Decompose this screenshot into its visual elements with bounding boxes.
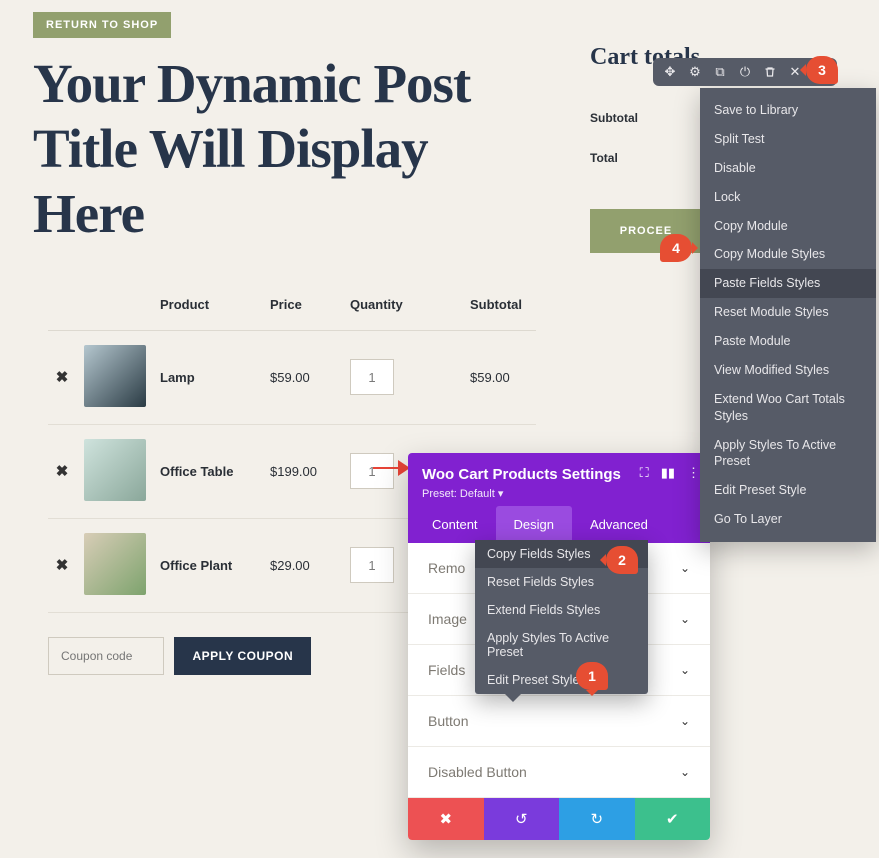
remove-item-button[interactable]: ✖ xyxy=(48,556,76,574)
product-thumbnail[interactable] xyxy=(84,533,146,595)
arrow-indicator-icon xyxy=(370,460,410,476)
context-menu-item[interactable]: Edit Preset Style xyxy=(700,476,876,505)
panel-preset[interactable]: Preset: Default ▾ xyxy=(422,487,696,500)
product-subtotal: $59.00 xyxy=(470,330,536,424)
chevron-down-icon: ⌄ xyxy=(680,663,690,677)
product-name: Lamp xyxy=(160,330,270,424)
fullscreen-icon[interactable]: ⛶ xyxy=(640,465,649,481)
close-icon: ✖ xyxy=(439,810,452,828)
redo-icon: ↻ xyxy=(590,810,603,828)
section-disabled-button[interactable]: Disabled Button ⌄ xyxy=(408,747,710,798)
chevron-down-icon: ⌄ xyxy=(680,765,690,779)
move-icon[interactable]: ✥ xyxy=(663,65,677,79)
columns-icon[interactable]: ▮▮ xyxy=(661,465,675,481)
confirm-button[interactable]: ✔ xyxy=(635,798,711,840)
tab-advanced[interactable]: Advanced xyxy=(572,506,666,543)
power-icon[interactable]: ⏻ xyxy=(738,65,752,79)
undo-icon: ↺ xyxy=(515,810,528,828)
callout-4: 4 xyxy=(660,234,692,262)
section-label: Button xyxy=(428,713,468,729)
apply-coupon-button[interactable]: APPLY COUPON xyxy=(174,637,311,675)
product-name: Office Table xyxy=(160,424,270,518)
tab-content[interactable]: Content xyxy=(414,506,496,543)
gear-icon[interactable]: ⚙ xyxy=(688,65,702,79)
duplicate-icon[interactable]: ⧉ xyxy=(713,65,727,79)
panel-footer: ✖ ↺ ↻ ✔ xyxy=(408,798,710,840)
quantity-input[interactable] xyxy=(350,359,394,395)
product-price: $59.00 xyxy=(270,330,350,424)
context-menu-item[interactable]: View Modified Styles xyxy=(700,356,876,385)
product-name: Office Plant xyxy=(160,518,270,612)
fields-menu-item[interactable]: Extend Fields Styles xyxy=(475,596,648,624)
trash-icon[interactable] xyxy=(763,65,777,79)
tab-design[interactable]: Design xyxy=(496,506,572,543)
callout-3: 3 xyxy=(806,56,838,84)
th-product: Product xyxy=(160,287,270,331)
table-row: ✖Lamp$59.00$59.00 xyxy=(48,330,536,424)
context-menu-item[interactable]: Copy Module Styles xyxy=(700,240,876,269)
check-icon: ✔ xyxy=(666,810,679,828)
context-menu-item[interactable]: Disable xyxy=(700,154,876,183)
context-menu-item[interactable]: Save to Library xyxy=(700,96,876,125)
context-menu-item[interactable]: Lock xyxy=(700,183,876,212)
panel-more-icon[interactable]: ⋮ xyxy=(687,465,700,481)
remove-item-button[interactable]: ✖ xyxy=(48,368,76,386)
context-menu-item[interactable]: Paste Fields Styles xyxy=(700,269,876,298)
context-menu-item[interactable]: Copy Module xyxy=(700,212,876,241)
chevron-down-icon: ⌄ xyxy=(680,714,690,728)
th-subtotal: Subtotal xyxy=(470,287,536,331)
context-menu-item[interactable]: Apply Styles To Active Preset xyxy=(700,431,876,477)
product-thumbnail[interactable] xyxy=(84,345,146,407)
section-label: Disabled Button xyxy=(428,764,527,780)
redo-button[interactable]: ↻ xyxy=(559,798,635,840)
context-menu-item[interactable]: Split Test xyxy=(700,125,876,154)
fields-menu-item[interactable]: Edit Preset Style xyxy=(475,666,648,694)
module-context-menu: Save to LibrarySplit TestDisableLockCopy… xyxy=(700,88,876,542)
product-thumbnail[interactable] xyxy=(84,439,146,501)
section-label: Remo xyxy=(428,560,465,576)
callout-1: 1 xyxy=(576,662,608,690)
product-price: $29.00 xyxy=(270,518,350,612)
page-title: Your Dynamic Post Title Will Display Her… xyxy=(33,52,550,247)
remove-item-button[interactable]: ✖ xyxy=(48,462,76,480)
panel-header[interactable]: Woo Cart Products Settings Preset: Defau… xyxy=(408,453,710,506)
callout-2: 2 xyxy=(606,546,638,574)
context-menu-item[interactable]: Extend Woo Cart Totals Styles xyxy=(700,385,876,431)
return-to-shop-button[interactable]: RETURN TO SHOP xyxy=(33,12,171,38)
undo-button[interactable]: ↺ xyxy=(484,798,560,840)
chevron-down-icon: ⌄ xyxy=(680,612,690,626)
th-quantity: Quantity xyxy=(350,287,470,331)
chevron-down-icon: ⌄ xyxy=(680,561,690,575)
section-button[interactable]: Button ⌄ xyxy=(408,696,710,747)
product-price: $199.00 xyxy=(270,424,350,518)
section-label: Image xyxy=(428,611,467,627)
fields-menu-item[interactable]: Apply Styles To Active Preset xyxy=(475,624,648,666)
th-price: Price xyxy=(270,287,350,331)
quantity-input[interactable] xyxy=(350,547,394,583)
context-menu-item[interactable]: Paste Module xyxy=(700,327,876,356)
context-menu-item[interactable]: Reset Module Styles xyxy=(700,298,876,327)
panel-tabs: Content Design Advanced xyxy=(408,506,710,543)
section-label: Fields xyxy=(428,662,465,678)
cancel-button[interactable]: ✖ xyxy=(408,798,484,840)
context-menu-item[interactable]: Go To Layer xyxy=(700,505,876,534)
coupon-input[interactable] xyxy=(48,637,164,675)
